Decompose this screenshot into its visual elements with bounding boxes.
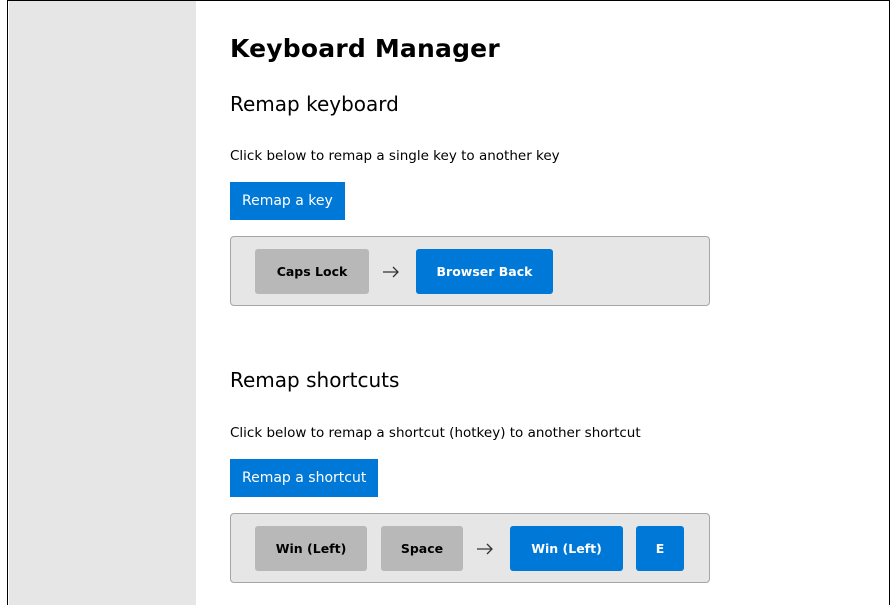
remap-keyboard-heading: Remap keyboard (230, 92, 399, 116)
remap-shortcuts-description: Click below to remap a shortcut (hotkey)… (230, 425, 641, 441)
right-arrow-icon (473, 526, 497, 571)
window-left-border (0, 0, 8, 605)
original-shortcut-key-chip: Space (381, 526, 463, 571)
new-shortcut-key-chip: Win (Left) (510, 526, 623, 571)
original-shortcut-key-chip: Win (Left) (255, 526, 367, 571)
navigation-pane (9, 1, 196, 605)
new-key-chip: Browser Back (416, 249, 553, 294)
original-key-chip: Caps Lock (255, 249, 369, 294)
key-mapping-card: Caps Lock Browser Back (230, 236, 710, 306)
main-content: Keyboard Manager Remap keyboard Click be… (230, 0, 870, 605)
remap-a-key-button[interactable]: Remap a key (230, 182, 345, 220)
remap-keyboard-description: Click below to remap a single key to ano… (230, 148, 560, 164)
settings-window: Keyboard Manager Remap keyboard Click be… (0, 0, 890, 605)
new-shortcut-key-chip: E (636, 526, 684, 571)
right-arrow-icon (379, 249, 403, 294)
shortcut-mapping-card: Win (Left) Space Win (Left) E (230, 513, 710, 583)
remap-a-shortcut-button[interactable]: Remap a shortcut (230, 459, 379, 497)
remap-shortcuts-heading: Remap shortcuts (230, 368, 400, 392)
page-title: Keyboard Manager (230, 34, 500, 63)
